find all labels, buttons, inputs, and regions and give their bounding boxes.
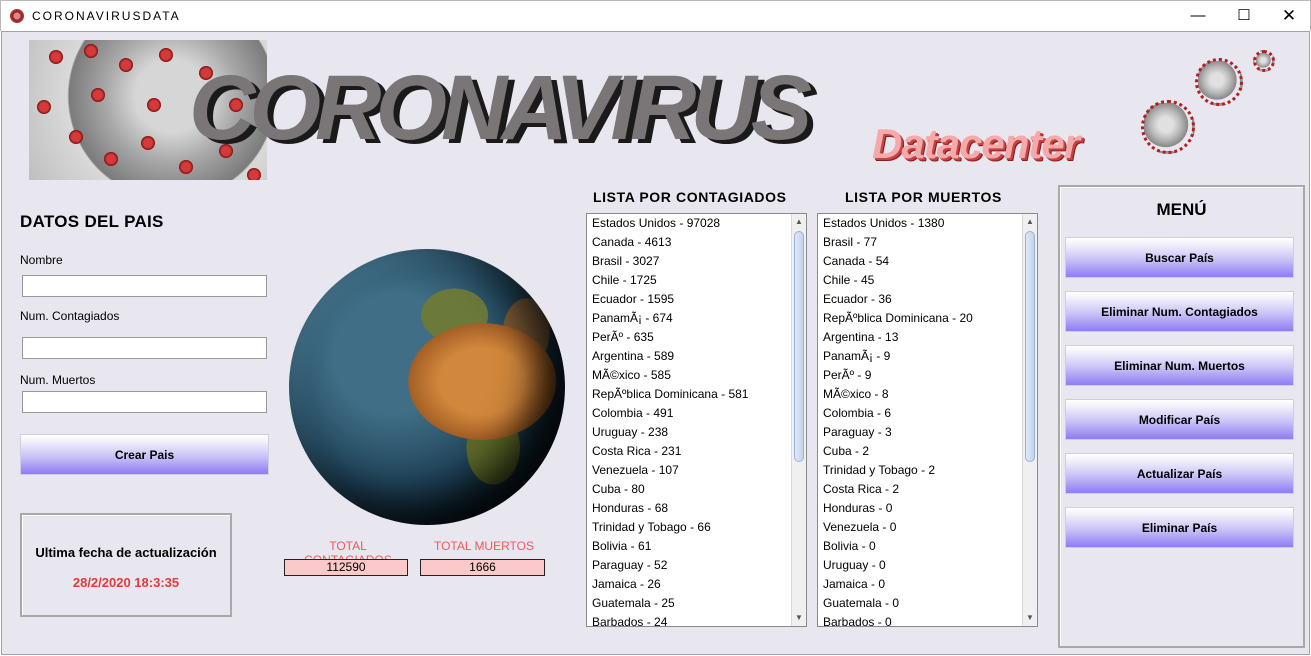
list-item[interactable]: Cuba - 2 xyxy=(818,442,1022,461)
deaths-list-heading: LISTA POR MUERTOS xyxy=(845,189,1002,205)
list-item[interactable]: Brasil - 77 xyxy=(818,233,1022,252)
window-title: CORONAVIRUSDATA xyxy=(32,9,181,23)
scroll-down-icon[interactable]: ▼ xyxy=(1023,611,1037,625)
list-item[interactable]: Guatemala - 25 xyxy=(587,594,791,613)
list-item[interactable]: Cuba - 80 xyxy=(587,480,791,499)
list-item[interactable]: Argentina - 13 xyxy=(818,328,1022,347)
virus-orb-large-icon xyxy=(1141,100,1195,154)
modify-country-button[interactable]: Modificar País xyxy=(1065,399,1294,440)
scroll-down-icon[interactable]: ▼ xyxy=(792,611,806,625)
list-item[interactable]: Barbados - 24 xyxy=(587,613,791,626)
infected-field[interactable] xyxy=(22,337,267,359)
infected-list-scrollbar[interactable]: ▲ ▼ xyxy=(791,214,806,626)
banner-title: CORONAVIRUS xyxy=(189,57,812,159)
list-item[interactable]: Canada - 4613 xyxy=(587,233,791,252)
list-item[interactable]: Chile - 1725 xyxy=(587,271,791,290)
list-item[interactable]: Canada - 54 xyxy=(818,252,1022,271)
scroll-up-icon[interactable]: ▲ xyxy=(1023,215,1037,229)
list-item[interactable]: Costa Rica - 2 xyxy=(818,480,1022,499)
list-item[interactable]: Honduras - 0 xyxy=(818,499,1022,518)
list-item[interactable]: PerÃº - 635 xyxy=(587,328,791,347)
delete-country-button[interactable]: Eliminar País xyxy=(1065,507,1294,548)
scroll-up-icon[interactable]: ▲ xyxy=(792,215,806,229)
list-item[interactable]: Estados Unidos - 1380 xyxy=(818,214,1022,233)
deaths-label: Num. Muertos xyxy=(20,373,96,387)
deaths-list-scrollbar[interactable]: ▲ ▼ xyxy=(1022,214,1037,626)
last-update-label: Ultima fecha de actualización xyxy=(35,545,217,560)
deaths-list[interactable]: Estados Unidos - 1380 Brasil - 77 Canada -… xyxy=(817,213,1038,627)
list-item[interactable]: RepÃºblica Dominicana - 581 xyxy=(587,385,791,404)
list-item[interactable]: MÃ©xico - 8 xyxy=(818,385,1022,404)
list-item[interactable]: PanamÃ¡ - 9 xyxy=(818,347,1022,366)
list-item[interactable]: Chile - 45 xyxy=(818,271,1022,290)
list-item[interactable]: Bolivia - 0 xyxy=(818,537,1022,556)
list-item[interactable]: Jamaica - 0 xyxy=(818,575,1022,594)
list-item[interactable]: Costa Rica - 231 xyxy=(587,442,791,461)
infected-label: Num. Contagiados xyxy=(20,309,120,323)
list-item[interactable]: Paraguay - 52 xyxy=(587,556,791,575)
banner-subtitle: Datacenter xyxy=(872,120,1080,167)
banner: CORONAVIRUS Datacenter xyxy=(29,40,1275,180)
update-country-button[interactable]: Actualizar País xyxy=(1065,453,1294,494)
menu-heading: MENÚ xyxy=(1156,200,1207,219)
total-infected-value: 112590 xyxy=(284,559,408,576)
create-country-button[interactable]: Crear Pais xyxy=(20,434,269,475)
list-item[interactable]: PerÃº - 9 xyxy=(818,366,1022,385)
list-item[interactable]: Bolivia - 61 xyxy=(587,537,791,556)
country-data-heading: DATOS DEL PAIS xyxy=(20,212,164,231)
last-update-panel: Ultima fecha de actualización 28/2/2020 … xyxy=(20,513,232,617)
list-item[interactable]: MÃ©xico - 585 xyxy=(587,366,791,385)
list-item[interactable]: Guatemala - 0 xyxy=(818,594,1022,613)
name-field[interactable] xyxy=(22,275,267,297)
list-item[interactable]: Trinidad y Tobago - 2 xyxy=(818,461,1022,480)
list-item[interactable]: Trinidad y Tobago - 66 xyxy=(587,518,791,537)
deaths-field[interactable] xyxy=(22,391,267,413)
search-country-button[interactable]: Buscar País xyxy=(1065,237,1294,278)
list-item[interactable]: Honduras - 68 xyxy=(587,499,791,518)
delete-infected-button[interactable]: Eliminar Num. Contagiados xyxy=(1065,291,1294,332)
minimize-button[interactable]: — xyxy=(1175,1,1221,32)
infected-list[interactable]: Estados Unidos - 97028 Canada - 4613 Brasi… xyxy=(586,213,807,627)
list-item[interactable]: Paraguay - 3 xyxy=(818,423,1022,442)
scroll-thumb[interactable] xyxy=(1025,231,1035,462)
list-item[interactable]: Ecuador - 36 xyxy=(818,290,1022,309)
virus-orb-medium-icon xyxy=(1195,58,1243,106)
close-button[interactable]: ✕ xyxy=(1266,1,1311,32)
list-item[interactable]: Jamaica - 26 xyxy=(587,575,791,594)
list-item[interactable]: Colombia - 491 xyxy=(587,404,791,423)
list-item[interactable]: Uruguay - 238 xyxy=(587,423,791,442)
last-update-value: 28/2/2020 18:3:35 xyxy=(72,575,180,590)
virus-orb-small-icon xyxy=(1253,50,1275,72)
globe-image xyxy=(289,249,565,525)
list-item[interactable]: Brasil - 3027 xyxy=(587,252,791,271)
list-item[interactable]: Venezuela - 107 xyxy=(587,461,791,480)
list-item[interactable]: Argentina - 589 xyxy=(587,347,791,366)
total-deaths-value: 1666 xyxy=(420,559,545,576)
list-item[interactable]: Colombia - 6 xyxy=(818,404,1022,423)
virus-app-icon xyxy=(10,9,24,23)
infected-list-heading: LISTA POR CONTAGIADOS xyxy=(593,189,787,205)
scroll-thumb[interactable] xyxy=(794,231,804,462)
window-titlebar: CORONAVIRUSDATA — ☐ ✕ xyxy=(0,0,1311,31)
list-item[interactable]: PanamÃ¡ - 674 xyxy=(587,309,791,328)
list-item[interactable]: RepÃºblica Dominicana - 20 xyxy=(818,309,1022,328)
delete-deaths-button[interactable]: Eliminar Num. Muertos xyxy=(1065,345,1294,386)
list-item[interactable]: Venezuela - 0 xyxy=(818,518,1022,537)
list-item[interactable]: Estados Unidos - 97028 xyxy=(587,214,791,233)
list-item[interactable]: Uruguay - 0 xyxy=(818,556,1022,575)
name-label: Nombre xyxy=(20,253,63,267)
main-window: CORONAVIRUS Datacenter DATOS DEL PAIS No… xyxy=(1,31,1310,655)
maximize-button[interactable]: ☐ xyxy=(1221,1,1267,32)
list-item[interactable]: Barbados - 0 xyxy=(818,613,1022,626)
list-item[interactable]: Ecuador - 1595 xyxy=(587,290,791,309)
total-deaths-label: TOTAL MUERTOS xyxy=(433,539,535,553)
